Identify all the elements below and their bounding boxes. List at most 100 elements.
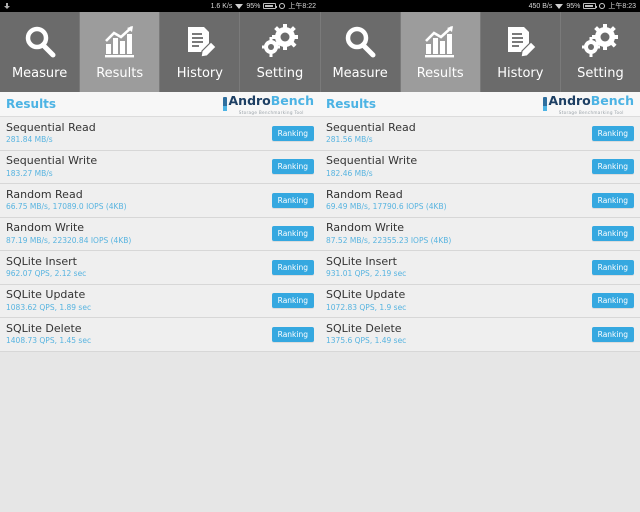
download-arrow-icon	[4, 2, 10, 10]
tab-measure[interactable]: Measure	[321, 12, 401, 92]
tab-results[interactable]: Results	[400, 12, 481, 92]
benchmark-name: SQLite Delete	[6, 321, 82, 335]
benchmark-name: SQLite Insert	[6, 254, 77, 268]
table-row[interactable]: Random Read 69.49 MB/s, 17790.6 IOPS (4K…	[320, 184, 640, 218]
logo-word-andro: Andro	[228, 93, 271, 109]
wifi-icon	[235, 3, 244, 10]
table-row[interactable]: SQLite Update 1083.62 QPS, 1.89 sec Rank…	[0, 284, 320, 318]
row-texts: SQLite Update 1083.62 QPS, 1.89 sec	[6, 289, 91, 312]
tab-label: Setting	[577, 66, 624, 81]
table-row[interactable]: Sequential Write 183.27 MB/s Ranking	[0, 150, 320, 184]
androbench-logo: AndroBench Storage Benchmarking Tool	[542, 93, 634, 115]
ranking-button[interactable]: Ranking	[591, 226, 634, 242]
row-texts: Sequential Write 183.27 MB/s	[6, 155, 97, 178]
benchmark-value: 183.27 MB/s	[6, 168, 53, 178]
tab-results[interactable]: Results	[80, 12, 161, 92]
tab-label: History	[176, 66, 223, 81]
benchmark-value: 962.07 QPS, 2.12 sec	[6, 269, 87, 279]
benchmark-value: 66.75 MB/s, 17089.0 IOPS (4KB)	[6, 202, 127, 212]
row-texts: Random Read 69.49 MB/s, 17790.6 IOPS (4K…	[326, 187, 447, 212]
benchmark-name: SQLite Insert	[326, 254, 397, 268]
table-row[interactable]: Sequential Read 281.56 MB/s Ranking	[320, 117, 640, 151]
clock-label: 上午8:22	[288, 3, 316, 10]
status-bar-left-icons	[4, 2, 10, 10]
tab-label: Setting	[256, 66, 304, 81]
table-row[interactable]: Random Write 87.52 MB/s, 22355.23 IOPS (…	[320, 217, 640, 251]
table-row[interactable]: SQLite Delete 1375.6 QPS, 1.49 sec Ranki…	[320, 318, 640, 352]
logo-wordmark: AndroBench	[229, 93, 315, 109]
battery-percent-label: 95%	[246, 2, 261, 10]
ranking-button[interactable]: Ranking	[271, 326, 314, 342]
ranking-button[interactable]: Ranking	[591, 293, 634, 309]
alarm-icon	[279, 3, 286, 9]
logo-subtitle: Storage Benchmarking Tool	[558, 109, 624, 115]
benchmark-name: Random Read	[326, 187, 403, 201]
benchmark-value: 1375.6 QPS, 1.49 sec	[326, 336, 407, 346]
ranking-button[interactable]: Ranking	[271, 192, 314, 208]
table-row[interactable]: SQLite Update 1072.83 QPS, 1.9 sec Ranki…	[320, 284, 640, 318]
tab-history[interactable]: History	[481, 12, 561, 92]
benchmark-value: 87.19 MB/s, 22320.84 IOPS (4KB)	[6, 235, 132, 245]
logo-word-bench: Bench	[590, 93, 634, 109]
benchmark-name: Sequential Write	[326, 154, 418, 168]
ranking-button[interactable]: Ranking	[591, 125, 634, 141]
benchmark-value: 87.52 MB/s, 22355.23 IOPS (4KB)	[326, 235, 452, 245]
benchmark-name: Sequential Read	[6, 120, 96, 134]
network-speed-label: 450 B/s	[528, 2, 553, 10]
benchmark-name: SQLite Update	[6, 288, 86, 302]
row-texts: Random Read 66.75 MB/s, 17089.0 IOPS (4K…	[6, 188, 127, 212]
tab-label: Measure	[332, 66, 388, 81]
table-row[interactable]: Sequential Read 281.84 MB/s Ranking	[0, 117, 320, 151]
ranking-button[interactable]: Ranking	[591, 326, 634, 342]
results-list: Sequential Read 281.84 MB/s Ranking Sequ…	[0, 117, 320, 512]
row-texts: Random Write 87.19 MB/s, 22320.84 IOPS (…	[6, 222, 131, 245]
ranking-button[interactable]: Ranking	[271, 159, 314, 175]
ranking-button[interactable]: Ranking	[591, 259, 634, 275]
status-bar-left-indicators: 1.6 K/s 95% 上午8:22	[211, 1, 316, 11]
benchmark-value: 281.56 MB/s	[326, 135, 373, 145]
wifi-icon	[555, 3, 564, 10]
table-row[interactable]: SQLite Delete 1408.73 QPS, 1.45 sec Rank…	[0, 318, 320, 352]
benchmark-value: 1083.62 QPS, 1.89 sec	[6, 302, 92, 312]
tab-setting[interactable]: Setting	[561, 12, 640, 92]
battery-icon	[263, 3, 278, 9]
benchmark-value: 281.84 MB/s	[6, 135, 53, 145]
alarm-icon	[599, 3, 606, 9]
status-bar-right: 450 B/s 95% 上午8:23	[320, 0, 640, 12]
ranking-button[interactable]: Ranking	[271, 259, 314, 275]
gears-icon	[582, 23, 619, 61]
ranking-button[interactable]: Ranking	[271, 226, 314, 242]
benchmark-value: 69.49 MB/s, 17790.6 IOPS (4KB)	[326, 202, 447, 212]
benchmark-value: 931.01 QPS, 2.19 sec	[326, 269, 407, 279]
tab-label: Results	[416, 66, 464, 81]
ranking-button[interactable]: Ranking	[271, 125, 314, 141]
status-bar-right-indicators: 450 B/s 95% 上午8:23	[529, 1, 636, 11]
bar-chart-icon	[102, 23, 138, 61]
table-row[interactable]: Sequential Write 182.46 MB/s Ranking	[320, 150, 640, 184]
tab-measure[interactable]: Measure	[0, 12, 81, 92]
benchmark-value: 1072.83 QPS, 1.9 sec	[326, 302, 407, 312]
row-texts: SQLite Update 1072.83 QPS, 1.9 sec	[326, 289, 406, 312]
tab-label: History	[497, 66, 544, 81]
table-row[interactable]: Random Read 66.75 MB/s, 17089.0 IOPS (4K…	[0, 184, 320, 218]
magnifier-icon	[22, 23, 58, 61]
benchmark-name: Sequential Write	[6, 154, 98, 168]
ranking-button[interactable]: Ranking	[591, 192, 634, 208]
panel-right: Results AndroBench Storage Benchmarking …	[320, 92, 640, 512]
tab-history[interactable]: History	[160, 12, 241, 92]
benchmark-name: Sequential Read	[326, 120, 416, 134]
ranking-button[interactable]: Ranking	[271, 293, 314, 309]
logo-mark-icon	[222, 96, 227, 111]
table-row[interactable]: Random Write 87.19 MB/s, 22320.84 IOPS (…	[0, 217, 320, 251]
row-texts: SQLite Delete 1408.73 QPS, 1.45 sec	[6, 321, 91, 346]
ranking-button[interactable]: Ranking	[591, 159, 634, 175]
tab-setting[interactable]: Setting	[240, 12, 321, 92]
battery-percent-label: 95%	[566, 2, 581, 10]
gears-icon	[261, 23, 298, 61]
table-row[interactable]: SQLite Insert 931.01 QPS, 2.19 sec Ranki…	[320, 251, 640, 285]
row-texts: SQLite Insert 962.07 QPS, 2.12 sec	[6, 254, 87, 279]
table-row[interactable]: SQLite Insert 962.07 QPS, 2.12 sec Ranki…	[0, 251, 320, 285]
app-screen: 1.6 K/s 95% 上午8:22 450 B/s 95% 上午8:23 Me…	[0, 0, 640, 512]
document-pencil-icon	[502, 23, 538, 61]
clock-label: 上午8:23	[608, 3, 636, 10]
